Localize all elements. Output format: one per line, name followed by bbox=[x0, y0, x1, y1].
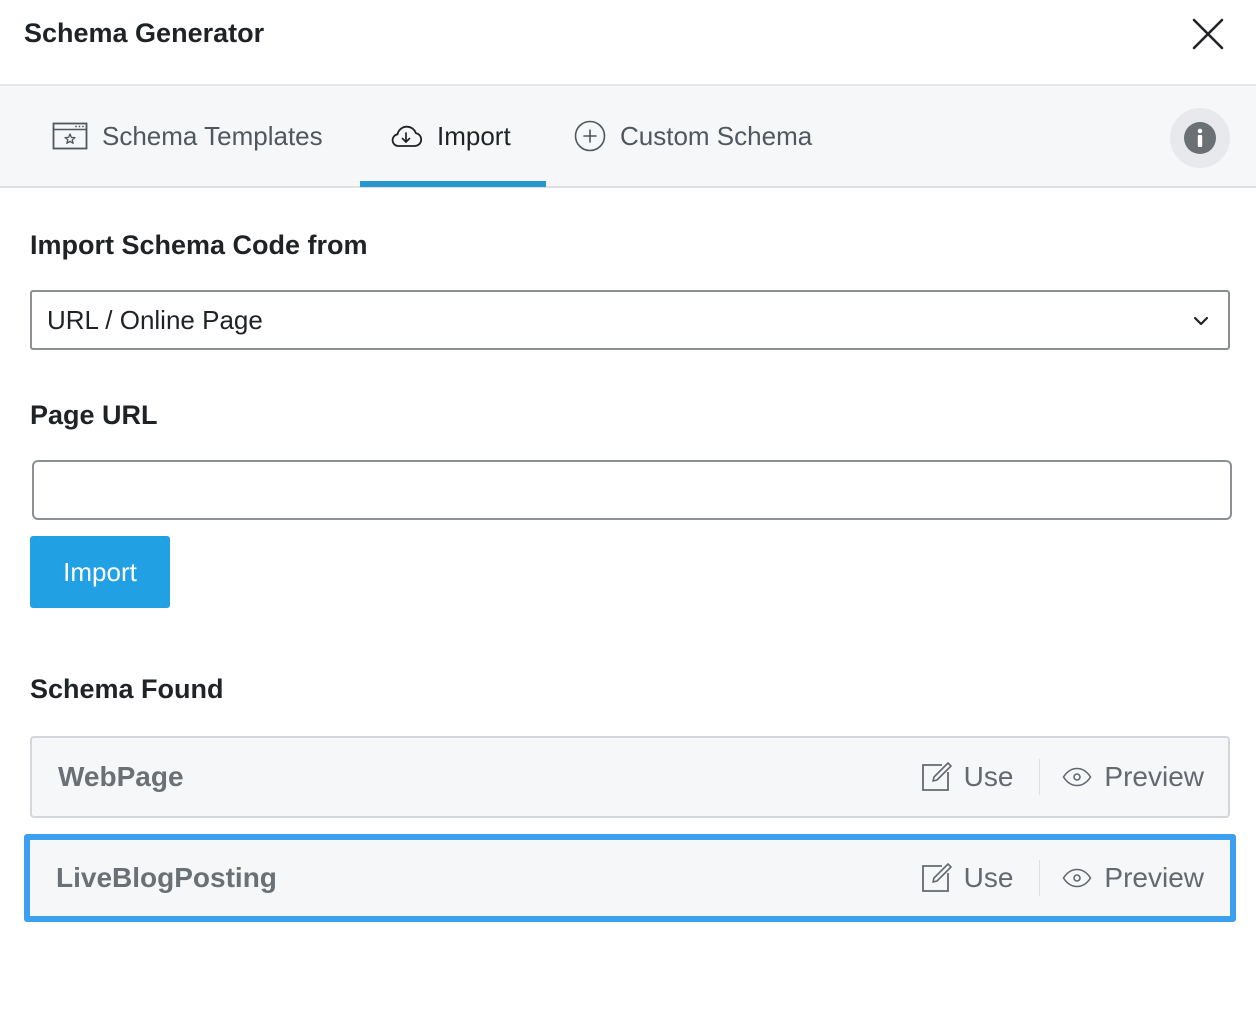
schema-name: LiveBlogPosting bbox=[56, 862, 277, 893]
close-button[interactable] bbox=[1190, 16, 1226, 52]
tab-schema-templates[interactable]: Schema Templates bbox=[52, 86, 323, 186]
schema-found-item-webpage: WebPage Use Preview bbox=[30, 736, 1230, 818]
tab-label: Custom Schema bbox=[620, 120, 813, 151]
use-button[interactable]: Use bbox=[920, 862, 1014, 894]
cloud-download-icon bbox=[391, 125, 423, 147]
use-button[interactable]: Use bbox=[920, 761, 1014, 793]
tab-custom-schema[interactable]: Custom Schema bbox=[574, 86, 812, 186]
use-label: Use bbox=[963, 862, 1014, 893]
schema-found-label: Schema Found bbox=[30, 674, 224, 704]
info-icon bbox=[1184, 122, 1216, 154]
tab-label: Import bbox=[437, 120, 511, 151]
preview-button[interactable]: Preview bbox=[1062, 761, 1204, 793]
use-label: Use bbox=[963, 761, 1014, 792]
schema-name: WebPage bbox=[58, 761, 184, 792]
import-from-label: Import Schema Code from bbox=[30, 230, 368, 260]
preview-label: Preview bbox=[1104, 862, 1204, 893]
edit-icon bbox=[921, 762, 952, 791]
schema-found-item-liveblogposting: LiveBlogPosting Use Preview bbox=[24, 834, 1236, 922]
preview-label: Preview bbox=[1104, 761, 1204, 792]
chevron-down-icon bbox=[1193, 316, 1209, 326]
tab-bar: Schema Templates Import Custom Schema bbox=[0, 86, 1256, 188]
eye-icon bbox=[1062, 868, 1092, 888]
browser-star-icon bbox=[52, 122, 88, 150]
info-button[interactable] bbox=[1170, 108, 1230, 168]
import-source-value: URL / Online Page bbox=[47, 304, 263, 335]
page-url-label: Page URL bbox=[30, 400, 158, 430]
active-tab-indicator bbox=[360, 181, 546, 187]
dialog-title: Schema Generator bbox=[24, 18, 265, 48]
plus-circle-icon bbox=[574, 120, 606, 152]
schema-actions: Use Preview bbox=[920, 858, 1204, 898]
tab-label: Schema Templates bbox=[102, 120, 323, 151]
import-button[interactable]: Import bbox=[30, 536, 170, 608]
edit-icon bbox=[921, 863, 952, 892]
close-icon bbox=[1192, 18, 1224, 50]
action-divider bbox=[1039, 860, 1041, 896]
tab-import[interactable]: Import bbox=[389, 86, 511, 186]
eye-icon bbox=[1062, 767, 1092, 787]
schema-actions: Use Preview bbox=[920, 757, 1204, 797]
page-url-input[interactable] bbox=[32, 460, 1232, 520]
preview-button[interactable]: Preview bbox=[1062, 862, 1204, 894]
dialog-header: Schema Generator bbox=[0, 0, 1256, 86]
action-divider bbox=[1039, 759, 1041, 795]
import-source-select[interactable]: URL / Online Page bbox=[30, 290, 1230, 350]
